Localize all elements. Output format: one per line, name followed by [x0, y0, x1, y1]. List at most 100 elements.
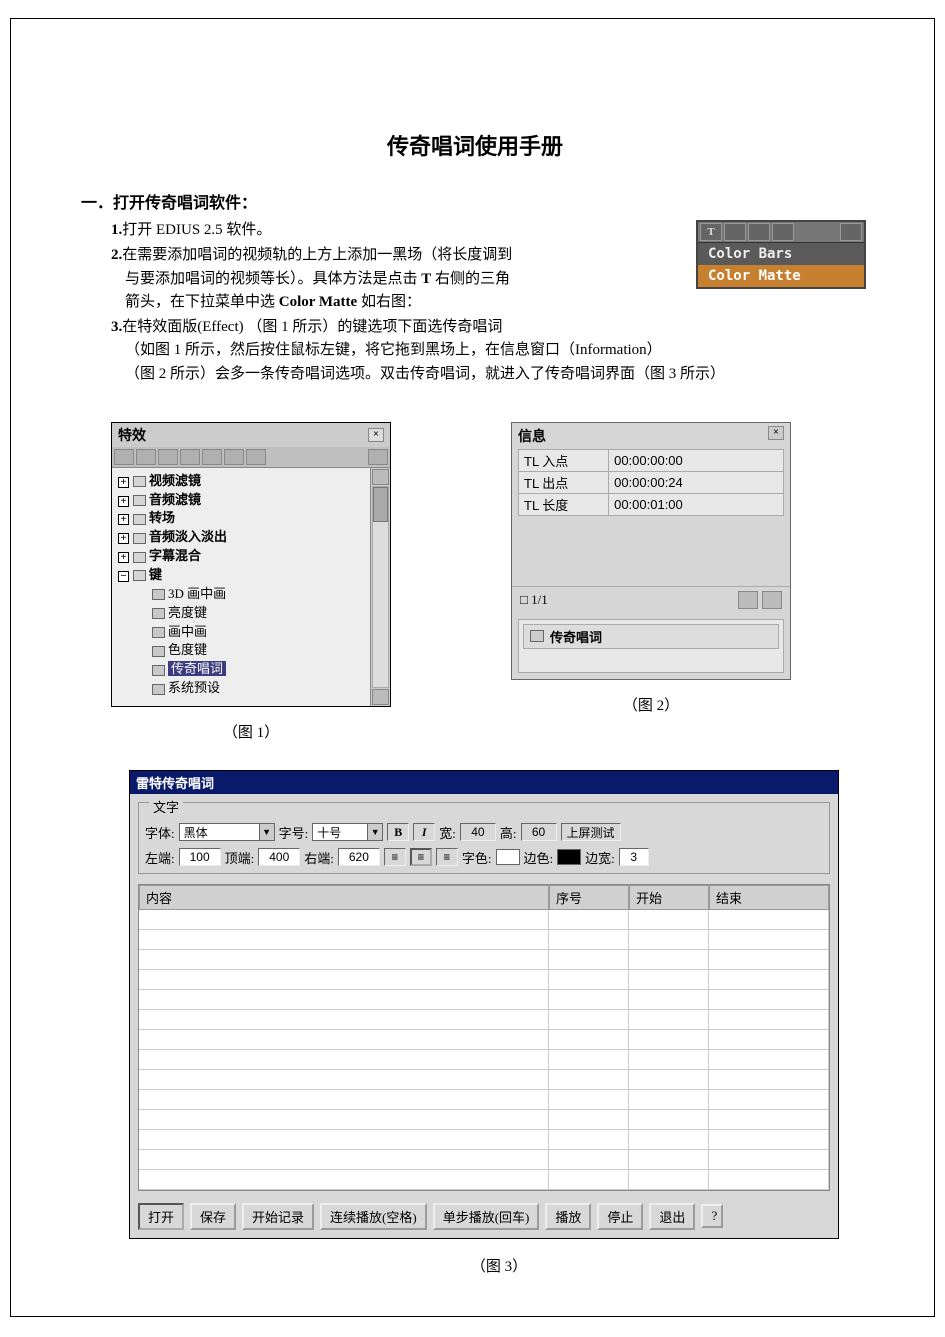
doc-title: 传奇唱词使用手册 [81, 129, 869, 161]
top-label: 顶端: [225, 848, 255, 867]
edge-color-swatch[interactable] [557, 849, 581, 865]
menu-item-color-bars[interactable]: Color Bars [698, 243, 864, 265]
toolbar-icon[interactable] [748, 223, 770, 241]
col-index[interactable]: 序号 [549, 885, 629, 910]
panel-tabs [112, 447, 390, 468]
col-content[interactable]: 内容 [139, 885, 549, 910]
open-button[interactable]: 打开 [138, 1203, 184, 1230]
table-row[interactable] [139, 1070, 829, 1090]
toolbar-icon[interactable] [840, 223, 862, 241]
table-row[interactable] [139, 1010, 829, 1030]
panel-title: 特效 [118, 425, 146, 445]
continuous-play-button[interactable]: 连续播放(空格) [320, 1203, 427, 1230]
start-record-button[interactable]: 开始记录 [242, 1203, 314, 1230]
tree-child-luma-key[interactable]: 亮度键 [118, 604, 366, 623]
align-right-button[interactable]: ≡ [436, 848, 458, 866]
tree-node-video-filter[interactable]: +视频滤镜 [118, 472, 366, 491]
tree-node-key[interactable]: −键 [118, 566, 366, 585]
top-input[interactable] [258, 848, 300, 866]
close-icon[interactable]: × [368, 428, 384, 442]
tab-icon[interactable] [136, 449, 156, 465]
tree-child-system-preset[interactable]: 系统预设 [118, 679, 366, 698]
table-row[interactable] [139, 1150, 829, 1170]
table-row[interactable] [139, 1090, 829, 1110]
italic-button[interactable]: I [413, 823, 435, 841]
tab-icon[interactable] [158, 449, 178, 465]
step-3: 3.在特效面版(Effect) （图 1 所示）的键选项下面选传奇唱词 （如图 … [111, 316, 869, 386]
scroll-thumb[interactable] [373, 487, 388, 522]
edge-width-input[interactable] [619, 848, 649, 866]
table-row[interactable] [139, 990, 829, 1010]
tab-icon[interactable] [224, 449, 244, 465]
help-button[interactable]: ? [701, 1204, 723, 1228]
tree-child-chroma-key[interactable]: 色度键 [118, 641, 366, 660]
window-titlebar: 雷特传奇唱词 [130, 771, 838, 794]
scrollbar[interactable] [370, 468, 390, 706]
width-label: 宽: [439, 823, 456, 842]
stop-button[interactable]: 停止 [597, 1203, 643, 1230]
nav-button[interactable] [738, 591, 758, 609]
size-combo[interactable]: ▼ [312, 823, 383, 841]
table-row[interactable] [139, 910, 829, 930]
table-row: TL 出点 00:00:00:24 [519, 471, 784, 493]
save-button[interactable]: 保存 [190, 1203, 236, 1230]
align-left-button[interactable]: ≡ [384, 848, 406, 866]
chevron-down-icon[interactable]: ▼ [367, 823, 383, 841]
tab-icon[interactable] [180, 449, 200, 465]
info-value: 00:00:00:00 [609, 449, 784, 471]
info-value: 00:00:01:00 [609, 493, 784, 515]
tree-node-audio-fade[interactable]: +音频淡入淡出 [118, 528, 366, 547]
chevron-down-icon[interactable]: ▼ [259, 823, 275, 841]
applied-effect-item[interactable]: 传奇唱词 [523, 624, 779, 649]
edge-width-label: 边宽: [585, 848, 615, 867]
play-button[interactable]: 播放 [545, 1203, 591, 1230]
height-label: 高: [500, 823, 517, 842]
toolbar-icon[interactable] [772, 223, 794, 241]
tree-node-audio-filter[interactable]: +音频滤镜 [118, 491, 366, 510]
tree-node-subtitle-mix[interactable]: +字幕混合 [118, 547, 366, 566]
t-icon[interactable]: T [700, 223, 722, 241]
screen-test-button[interactable]: 上屏测试 [561, 823, 621, 841]
font-color-swatch[interactable] [496, 849, 520, 865]
width-input [460, 823, 496, 841]
table-row[interactable] [139, 950, 829, 970]
scroll-down-icon[interactable] [372, 689, 389, 705]
right-input[interactable] [338, 848, 380, 866]
left-label: 左端: [145, 848, 175, 867]
tab-icon[interactable] [246, 449, 266, 465]
table-row[interactable] [139, 970, 829, 990]
exit-button[interactable]: 退出 [649, 1203, 695, 1230]
menu-item-color-matte[interactable]: Color Matte [698, 265, 864, 287]
size-input[interactable] [312, 823, 367, 841]
table-row[interactable] [139, 1110, 829, 1130]
table-row[interactable] [139, 1030, 829, 1050]
tree-child-3d-pip[interactable]: 3D 画中画 [118, 585, 366, 604]
effect-icon [530, 630, 544, 642]
col-start[interactable]: 开始 [629, 885, 709, 910]
table-row[interactable] [139, 1130, 829, 1150]
tab-icon[interactable] [202, 449, 222, 465]
toolbar-icon[interactable] [724, 223, 746, 241]
font-combo[interactable]: ▼ [179, 823, 275, 841]
lyrics-grid[interactable]: 内容 序号 开始 结束 [138, 884, 830, 1191]
close-icon[interactable]: × [768, 426, 784, 440]
table-row[interactable] [139, 930, 829, 950]
tab-icon[interactable] [114, 449, 134, 465]
tree-child-pip[interactable]: 画中画 [118, 623, 366, 642]
single-step-button[interactable]: 单步播放(回车) [433, 1203, 540, 1230]
align-center-button[interactable]: ≡ [410, 848, 432, 866]
effects-tree[interactable]: +视频滤镜 +音频滤镜 +转场 +音频淡入淡出 +字幕混合 −键 3D 画中画 … [112, 468, 370, 706]
left-input[interactable] [179, 848, 221, 866]
figure-1-caption: （图 1） [223, 721, 279, 742]
font-input[interactable] [179, 823, 259, 841]
tree-child-legend-lyrics[interactable]: 传奇唱词 [118, 660, 366, 679]
col-end[interactable]: 结束 [709, 885, 829, 910]
nav-button[interactable] [762, 591, 782, 609]
bold-button[interactable]: B [387, 823, 409, 841]
tree-node-transition[interactable]: +转场 [118, 509, 366, 528]
tab-icon[interactable] [368, 449, 388, 465]
info-key: TL 入点 [519, 449, 609, 471]
table-row[interactable] [139, 1170, 829, 1190]
scroll-up-icon[interactable] [372, 469, 389, 485]
table-row[interactable] [139, 1050, 829, 1070]
